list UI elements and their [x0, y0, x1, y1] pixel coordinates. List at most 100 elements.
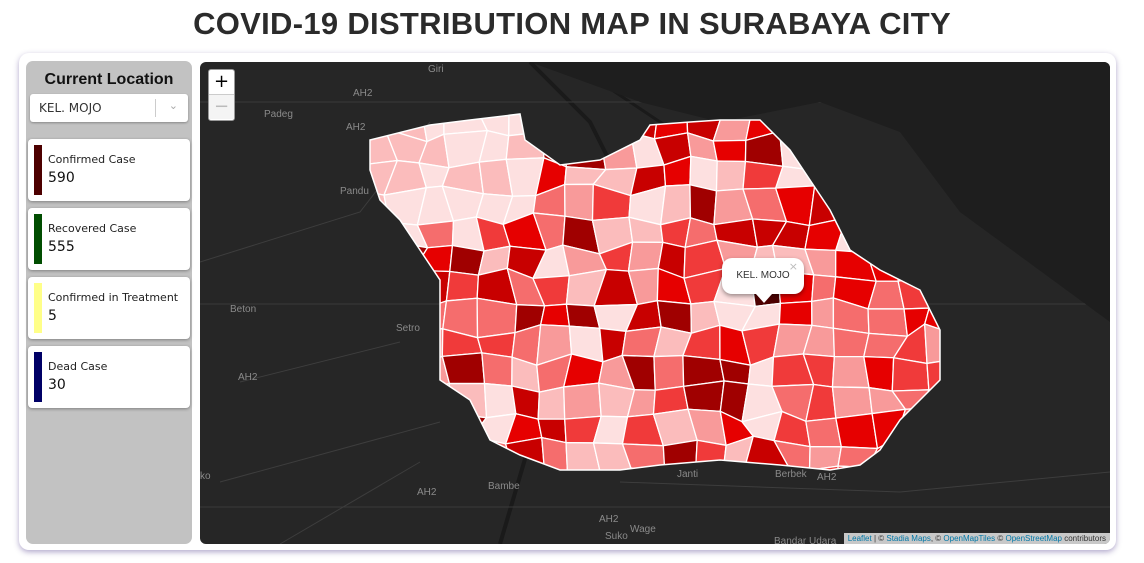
district[interactable] — [805, 132, 846, 171]
district[interactable] — [831, 130, 873, 163]
district[interactable] — [411, 410, 448, 451]
district[interactable] — [809, 107, 846, 138]
district[interactable] — [923, 389, 960, 420]
openmaptiles-link[interactable]: OpenMapTiles — [943, 534, 995, 543]
district[interactable] — [929, 220, 960, 246]
zoom-out-button[interactable]: − — [209, 95, 234, 119]
district[interactable] — [476, 297, 518, 339]
district[interactable] — [481, 352, 513, 387]
district[interactable] — [621, 443, 666, 475]
district[interactable] — [834, 217, 871, 254]
district[interactable] — [360, 221, 390, 253]
district[interactable] — [926, 357, 960, 392]
district[interactable] — [360, 435, 394, 470]
district[interactable] — [923, 465, 960, 499]
district[interactable] — [867, 308, 909, 337]
district[interactable] — [923, 323, 960, 365]
district[interactable] — [441, 352, 486, 385]
district[interactable] — [831, 355, 870, 389]
map-view[interactable]: + − Giri AH2 Padeg AH2 Pandu Beton Setro… — [200, 62, 1110, 544]
district[interactable] — [562, 107, 607, 143]
district[interactable] — [445, 435, 478, 470]
district[interactable] — [682, 380, 725, 413]
district[interactable] — [539, 303, 571, 327]
district[interactable] — [592, 467, 633, 499]
page-title: COVID-19 DISTRIBUTION MAP IN SURABAYA CI… — [193, 6, 951, 41]
district[interactable] — [360, 240, 398, 277]
district[interactable] — [411, 437, 459, 477]
district[interactable] — [934, 241, 960, 275]
place-label: AH2 — [599, 514, 619, 525]
district[interactable] — [871, 408, 907, 450]
district[interactable] — [387, 435, 418, 477]
district[interactable] — [811, 274, 837, 303]
district[interactable] — [694, 439, 727, 474]
district[interactable] — [627, 241, 664, 272]
district[interactable] — [866, 221, 906, 254]
district[interactable] — [897, 241, 936, 283]
district[interactable] — [360, 273, 398, 307]
zoom-in-button[interactable]: + — [209, 70, 234, 95]
district[interactable] — [388, 240, 429, 277]
district[interactable] — [772, 107, 813, 135]
district[interactable] — [598, 107, 633, 134]
district[interactable] — [895, 465, 926, 499]
district[interactable] — [360, 324, 397, 367]
district[interactable] — [863, 355, 895, 392]
district[interactable] — [833, 183, 873, 223]
district[interactable] — [923, 407, 960, 448]
district[interactable] — [416, 382, 451, 415]
district[interactable] — [505, 131, 545, 160]
district[interactable] — [446, 412, 488, 452]
district[interactable] — [537, 386, 566, 420]
district[interactable] — [835, 249, 878, 283]
district[interactable] — [360, 298, 398, 330]
district[interactable] — [391, 410, 429, 440]
location-select[interactable]: KEL. MOJO ⌄ — [30, 94, 188, 122]
place-label: AH2 — [238, 372, 258, 383]
district[interactable] — [892, 167, 931, 191]
district[interactable] — [539, 107, 566, 143]
district[interactable] — [508, 107, 544, 137]
district[interactable] — [891, 357, 930, 392]
district[interactable] — [900, 224, 937, 247]
district[interactable] — [532, 466, 569, 499]
district[interactable] — [395, 388, 428, 421]
district[interactable] — [415, 299, 448, 330]
chevron-down-icon[interactable]: ⌄ — [169, 99, 178, 112]
district[interactable] — [778, 300, 813, 327]
district[interactable] — [867, 465, 903, 499]
leaflet-link[interactable]: Leaflet — [848, 534, 872, 543]
close-icon[interactable]: × — [789, 260, 798, 273]
district[interactable] — [565, 474, 601, 499]
district[interactable] — [831, 160, 873, 186]
district[interactable] — [778, 130, 813, 171]
district[interactable] — [832, 327, 870, 358]
district[interactable] — [895, 437, 934, 467]
district[interactable] — [483, 382, 517, 419]
district[interactable] — [869, 184, 906, 226]
district[interactable] — [360, 386, 399, 421]
district[interactable] — [715, 160, 747, 192]
district[interactable] — [564, 183, 594, 222]
district[interactable] — [442, 463, 484, 499]
card-value: 590 — [48, 170, 75, 186]
district[interactable] — [923, 439, 960, 469]
district[interactable] — [445, 270, 480, 302]
district[interactable] — [870, 161, 900, 187]
district[interactable] — [653, 354, 685, 391]
district[interactable] — [863, 128, 900, 171]
district[interactable] — [835, 412, 879, 450]
district[interactable] — [394, 361, 422, 392]
district[interactable] — [563, 382, 602, 420]
district[interactable] — [360, 361, 397, 391]
district[interactable] — [837, 465, 871, 499]
district[interactable] — [928, 268, 960, 309]
district[interactable] — [897, 184, 932, 227]
district[interactable] — [712, 139, 747, 163]
openstreetmap-link[interactable]: OpenStreetMap — [1005, 534, 1061, 543]
district[interactable] — [831, 386, 873, 419]
district[interactable] — [808, 183, 848, 227]
district[interactable] — [811, 297, 835, 330]
stadia-link[interactable]: Stadia Maps — [886, 534, 930, 543]
